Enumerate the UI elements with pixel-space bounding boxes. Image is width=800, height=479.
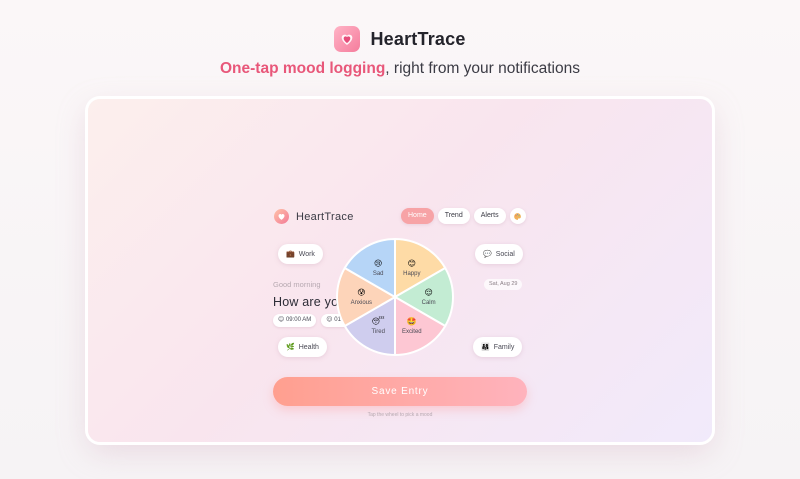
mood-emoji: 😴 [372,316,385,326]
mood-label: Tired [371,329,384,335]
date-chip: Sat, Aug 29 [484,279,523,290]
emoji: 😊 [278,317,285,323]
context-family[interactable]: 👨‍👩‍👧 Family [473,337,523,357]
entry-time: 09:00 AM [285,317,312,323]
tagline-rest: , right from your notifications [385,60,580,77]
briefcase-icon: 💼 [286,251,295,258]
brand-header: HeartTrace [0,26,800,52]
nav-home[interactable]: Home [401,208,434,224]
nav-brand-name: HeartTrace [296,210,354,223]
nav-brand[interactable]: HeartTrace [274,209,354,224]
speech-bubble-icon: 💬 [483,251,492,258]
family-icon: 👨‍👩‍👧 [481,344,490,351]
mood-emoji: 😢 [374,259,382,268]
mood-label: Excited [402,329,422,335]
app-preview-card: HeartTrace Home Trend Alerts Good mornin… [88,99,712,442]
mood-emoji: 😊 [408,259,416,268]
mood-wheel[interactable]: 😊 Happy 😌 Calm 🤩 Excited 😴 Tired 😰 Anxious 😢 Sad [333,235,457,359]
context-label: Health [298,343,319,351]
tagline: One-tap mood logging, right from your no… [0,60,800,78]
context-work[interactable]: 💼 Work [278,244,323,264]
emoji: 😌 [326,317,333,323]
mood-label: Anxious [351,300,372,306]
mood-emoji: 🤩 [407,317,417,326]
context-health[interactable]: 🌿 Health [278,337,327,357]
heart-logo-icon [334,26,361,52]
mood-emoji: 😰 [357,288,365,297]
mood-label: Happy [403,271,420,277]
theme-button[interactable] [509,208,526,224]
mood-label: Sad [373,271,384,277]
palette-icon [514,212,521,220]
recent-entry-chip[interactable]: 😊 09:00 AM [273,314,317,327]
top-nav: Home Trend Alerts [401,208,526,224]
mood-emoji: 😌 [424,288,432,297]
leaf-icon: 🌿 [286,344,295,351]
context-label: Social [495,250,515,258]
heart-logo-icon [274,209,289,224]
nav-alerts[interactable]: Alerts [473,208,506,224]
tagline-accent: One-tap mood logging [219,60,386,77]
context-social[interactable]: 💬 Social [475,244,523,264]
save-entry-button[interactable]: Save Entry [273,377,527,406]
app-name: HeartTrace [370,28,466,49]
greeting: Good morning [273,280,321,289]
wheel-hint: Tap the wheel to pick a mood [367,412,433,418]
context-label: Work [298,250,315,258]
mood-label: Calm [422,300,436,306]
nav-trend[interactable]: Trend [437,208,470,224]
context-label: Family [493,343,515,351]
